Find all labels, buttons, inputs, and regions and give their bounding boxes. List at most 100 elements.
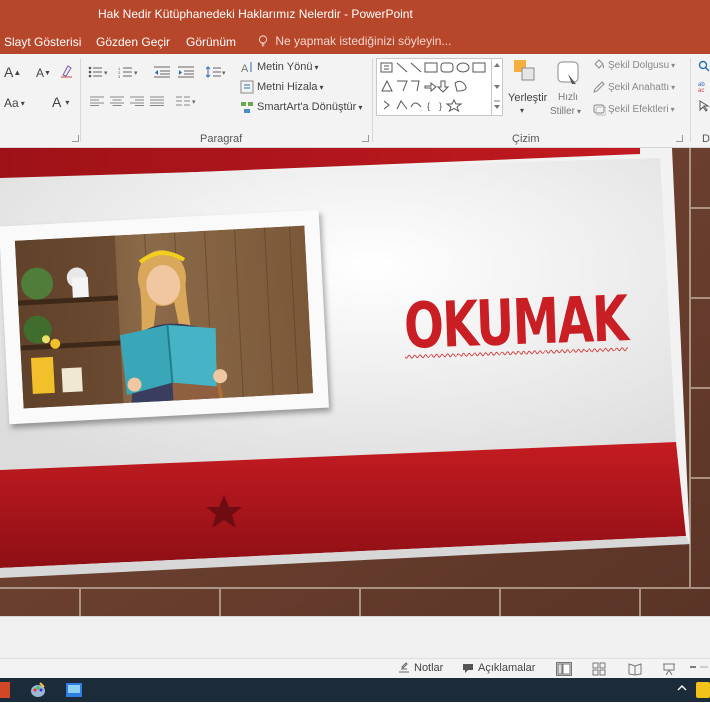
- tab-review[interactable]: Gözden Geçir: [96, 35, 170, 49]
- notes-label: Notlar: [414, 662, 444, 674]
- svg-text:▾: ▾: [222, 70, 226, 77]
- align-text-label: Metni Hizala: [257, 81, 318, 93]
- svg-text:{: {: [427, 101, 430, 111]
- svg-text:}: }: [439, 101, 442, 111]
- paint-taskbar-icon[interactable]: [30, 682, 46, 703]
- align-left-icon[interactable]: [90, 96, 104, 106]
- change-case-label: Aa: [4, 96, 19, 110]
- find-icon[interactable]: [698, 60, 710, 72]
- comments-button[interactable]: Açıklamalar: [462, 662, 535, 674]
- align-text-button[interactable]: Metni Hizala ▾: [240, 80, 324, 94]
- bullets-icon[interactable]: ▾: [88, 66, 110, 78]
- quick-styles-label-2[interactable]: Stiller ▾: [550, 106, 581, 117]
- tray-app-icon[interactable]: [696, 682, 710, 698]
- shapes-gallery[interactable]: {}: [376, 58, 492, 116]
- grow-font-label: A: [4, 64, 14, 80]
- comments-label: Açıklamalar: [478, 662, 536, 674]
- svg-text:▾: ▾: [192, 99, 196, 106]
- quick-styles-icon[interactable]: [554, 58, 582, 88]
- shape-effects-label: Şekil Efektleri: [608, 103, 669, 115]
- align-text-icon: [240, 80, 254, 94]
- change-case-button[interactable]: Aa ▾: [4, 96, 25, 110]
- notes-icon: [399, 662, 409, 673]
- select-icon[interactable]: [698, 100, 710, 112]
- align-right-icon[interactable]: [130, 96, 144, 106]
- normal-view-icon[interactable]: [556, 662, 572, 676]
- ribbon-tabs: Slayt Gösterisi Gözden Geçir Görünüm Ne …: [0, 28, 710, 54]
- svg-text:A: A: [241, 63, 249, 74]
- shape-fill-label: Şekil Dolgusu: [608, 59, 670, 71]
- grow-font-button[interactable]: A ▲: [4, 64, 21, 80]
- ribbon: A ▲ A ▼ Aa ▾ A ▾ ▾ 1 2 3 ▾ ▾ ▾ A Metin Y…: [0, 54, 710, 148]
- girl-reading-photo: [14, 225, 314, 409]
- notes-pane[interactable]: [0, 616, 710, 658]
- paint-bucket-icon: [594, 59, 605, 69]
- svg-text:▾: ▾: [134, 70, 138, 77]
- status-bar: Notlar Açıklamalar: [0, 658, 710, 678]
- shrink-font-button[interactable]: A ▼: [36, 66, 51, 80]
- photo-frame[interactable]: [0, 209, 329, 425]
- clear-formatting-icon[interactable]: [60, 64, 74, 78]
- reading-view-icon[interactable]: [628, 662, 642, 676]
- arrange-button[interactable]: Yerleştir: [508, 92, 547, 104]
- tell-me-box[interactable]: Ne yapmak istediğinizi söyleyin...: [258, 34, 451, 48]
- arrange-icon[interactable]: [512, 58, 538, 84]
- tab-slide-show[interactable]: Slayt Gösterisi: [4, 35, 81, 49]
- group-separator: [372, 58, 373, 142]
- shape-fill-button[interactable]: Şekil Dolgusu ▾: [592, 58, 675, 72]
- smartart-label: SmartArt'a Dönüştür: [257, 101, 357, 113]
- font-color-label: A: [52, 94, 62, 110]
- slide-title[interactable]: OKUMAK: [403, 282, 645, 363]
- increase-indent-icon[interactable]: [178, 66, 194, 78]
- drawing-group-label: Çizim: [512, 133, 540, 145]
- app-taskbar-icon[interactable]: [66, 683, 82, 702]
- shrink-font-label: A: [36, 66, 45, 80]
- group-separator: [690, 58, 691, 142]
- smartart-icon: [241, 102, 253, 113]
- svg-text:ac: ac: [698, 88, 704, 92]
- line-spacing-icon[interactable]: ▾: [206, 66, 228, 78]
- drawing-dialog-launcher-icon[interactable]: [676, 135, 683, 142]
- tell-me-text: Ne yapmak istediğinizi söyleyin...: [275, 34, 452, 48]
- replace-icon[interactable]: ab ac: [698, 80, 710, 92]
- tab-view[interactable]: Görünüm: [186, 35, 236, 49]
- shape-effects-button[interactable]: Şekil Efektleri ▾: [592, 102, 675, 116]
- effects-icon: [593, 104, 606, 116]
- columns-icon[interactable]: ▾: [176, 96, 198, 106]
- decrease-indent-icon[interactable]: [154, 66, 170, 78]
- quick-styles-text: Stiller: [550, 106, 576, 117]
- zoom-slider[interactable]: [690, 662, 708, 672]
- slide-canvas[interactable]: OKUMAK: [0, 148, 710, 616]
- notes-button[interactable]: Notlar: [398, 662, 443, 674]
- show-hidden-icons-icon[interactable]: [676, 682, 688, 697]
- slide-show-icon[interactable]: [662, 662, 676, 676]
- smartart-button[interactable]: SmartArt'a Dönüştür ▾: [240, 100, 362, 114]
- text-direction-button[interactable]: A Metin Yönü ▾: [240, 60, 318, 74]
- shape-outline-button[interactable]: Şekil Anahattı ▾: [592, 80, 675, 94]
- slide-sorter-icon[interactable]: [592, 662, 606, 676]
- editing-group-label: D: [702, 133, 710, 145]
- align-center-icon[interactable]: [110, 96, 124, 106]
- shapes-gallery-icons: {}: [380, 62, 486, 113]
- quick-styles-label-1[interactable]: Hızlı: [558, 92, 578, 103]
- text-direction-icon: A: [241, 62, 252, 74]
- svg-text:▾: ▾: [104, 70, 108, 77]
- lightbulb-icon: [258, 35, 268, 47]
- paragraph-dialog-launcher-icon[interactable]: [362, 135, 369, 142]
- shape-outline-label: Şekil Anahattı: [608, 81, 670, 93]
- font-dialog-launcher-icon[interactable]: [72, 135, 79, 142]
- numbering-icon[interactable]: 1 2 3 ▾: [118, 66, 140, 78]
- paragraph-group-label: Paragraf: [200, 133, 243, 145]
- taskbar: [0, 678, 710, 702]
- group-separator: [80, 58, 81, 142]
- title-bar: Hak Nedir Kütüphanedeki Haklarımız Neler…: [0, 0, 710, 28]
- pen-icon: [593, 81, 605, 93]
- svg-text:3: 3: [118, 74, 121, 78]
- justify-icon[interactable]: [150, 96, 164, 106]
- arrange-dropdown-icon[interactable]: ▾: [520, 106, 524, 115]
- font-color-button[interactable]: A ▾: [52, 94, 69, 110]
- text-direction-label: Metin Yönü: [257, 61, 313, 73]
- slide-title-text: OKUMAK: [402, 282, 629, 364]
- shapes-scroll[interactable]: [491, 58, 503, 116]
- powerpoint-taskbar-icon[interactable]: [0, 682, 10, 698]
